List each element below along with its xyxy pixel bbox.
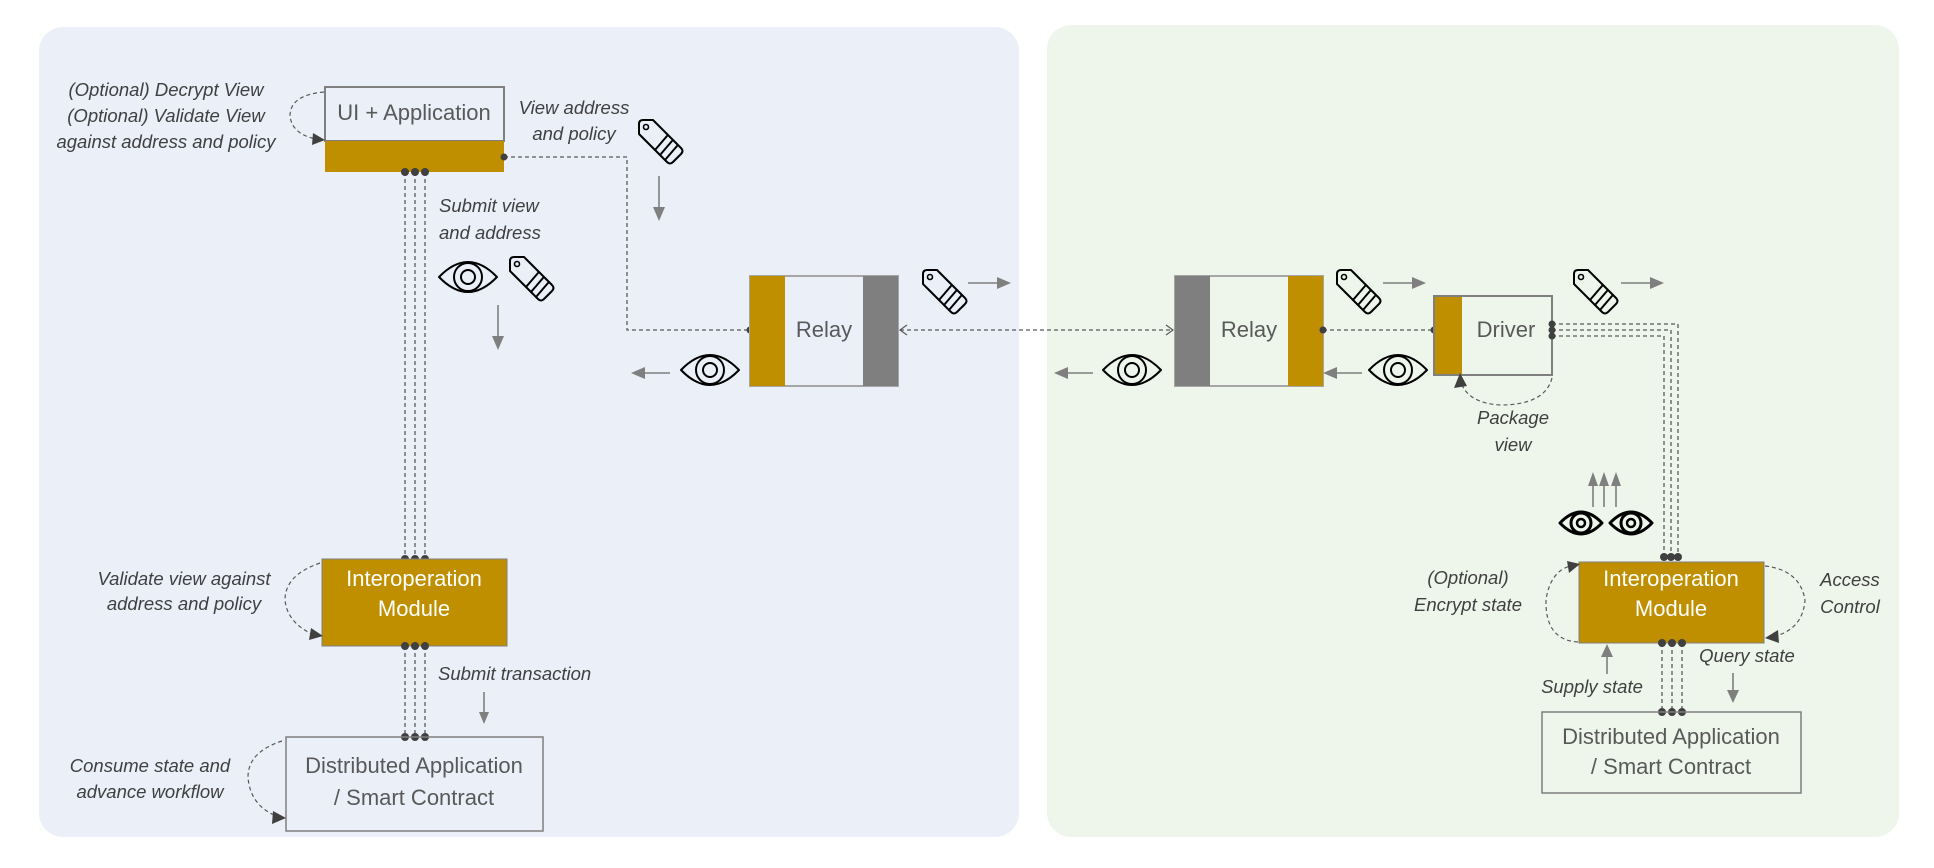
encrypt-note-line2: Encrypt state (1414, 594, 1522, 615)
interop-left-line2: Module (378, 596, 450, 621)
dapp-left-note-line1: Consume state and (70, 755, 231, 776)
relay-label-right: Relay (1221, 317, 1277, 342)
ui-note-line2: (Optional) Validate View (67, 105, 266, 126)
interop-to-dapp-left-connector (401, 642, 429, 741)
upward-flow-arrows (1588, 472, 1621, 507)
ui-note-line1: (Optional) Decrypt View (68, 79, 265, 100)
access-note-line1: Access (1819, 569, 1880, 590)
submit-tx-note: Submit transaction (438, 663, 591, 684)
ui-application-label: UI + Application (337, 100, 490, 125)
right-network-panel (1047, 25, 1899, 837)
interop-right-line2: Module (1635, 596, 1707, 621)
driver-label: Driver (1477, 317, 1536, 342)
view-address-note-line2: and policy (532, 123, 617, 144)
dapp-left-line2: / Smart Contract (334, 785, 494, 810)
dapp-left-line1: Distributed Application (305, 753, 523, 778)
interop-right-line1: Interoperation (1603, 566, 1739, 591)
interop-module-right[interactable]: Interoperation Module (1578, 561, 1765, 644)
package-note-line2: view (1494, 434, 1533, 455)
interop-left-note-line2: address and policy (107, 593, 263, 614)
relay-label-left: Relay (796, 317, 852, 342)
dapp-left-note-line2: advance workflow (76, 781, 225, 802)
interop-module-left[interactable]: Interoperation Module (321, 558, 508, 647)
dapp-right-line2: / Smart Contract (1591, 754, 1751, 779)
package-note-line1: Package (1477, 407, 1549, 428)
ui-note-line3: against address and policy (56, 131, 277, 152)
dapp-right-line1: Distributed Application (1562, 724, 1780, 749)
submit-view-note-line2: and address (439, 222, 541, 243)
interop-left-note-line1: Validate view against (97, 568, 271, 589)
interop-left-line1: Interoperation (346, 566, 482, 591)
submit-view-note-line1: Submit view (439, 195, 540, 216)
supply-note: Supply state (1541, 676, 1643, 697)
view-address-note-line1: View address (519, 97, 630, 118)
query-note: Query state (1699, 645, 1795, 666)
encrypt-note-line1: (Optional) (1427, 567, 1508, 588)
interop-flow-diagram: UI + Application (Optional) Decrypt View… (39, 25, 1899, 837)
access-note-line2: Control (1820, 596, 1881, 617)
